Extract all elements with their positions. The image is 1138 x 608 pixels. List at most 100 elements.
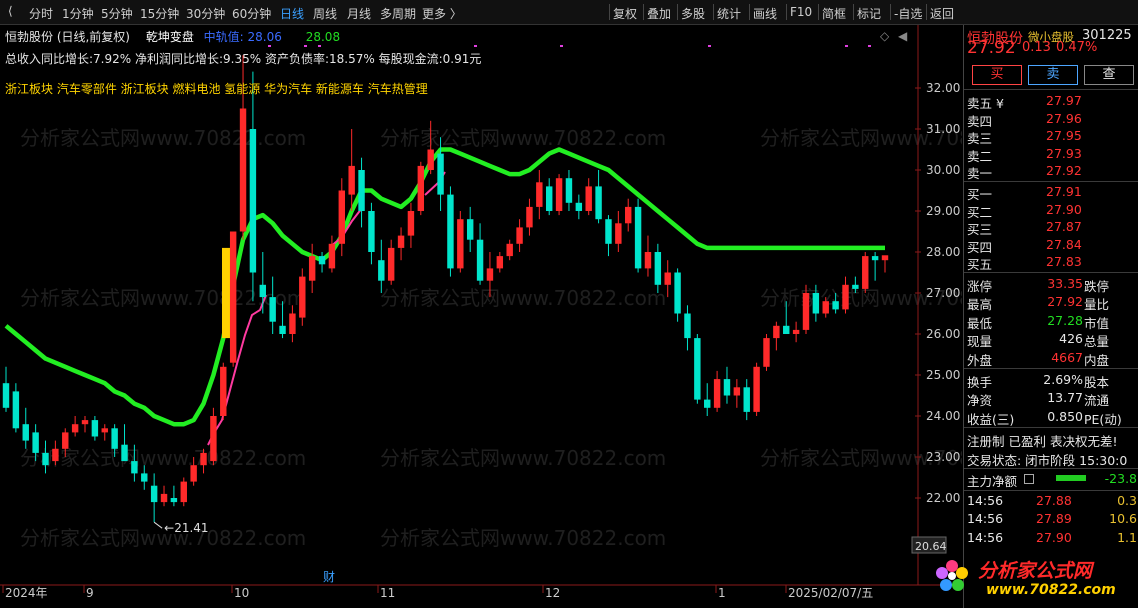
period-tab-4[interactable]: 30分钟: [186, 5, 225, 22]
period-tab-9[interactable]: 多周期: [380, 5, 416, 22]
back-arrow-icon[interactable]: ⟨: [8, 4, 13, 18]
indicator-value: 28.08: [305, 30, 341, 44]
candle-body: [496, 256, 504, 269]
signal-dot: [304, 45, 307, 47]
change-percent: 0.47%: [1056, 40, 1098, 55]
watermark-text: 分析家公式网www.70822.com: [380, 526, 666, 550]
candle-body: [852, 284, 859, 289]
bid-price: 27.90: [1046, 201, 1082, 217]
candle-body: [625, 206, 632, 224]
tool-button-8[interactable]: -自选: [894, 5, 922, 22]
period-tab-6[interactable]: 日线: [280, 5, 304, 22]
tool-button-7[interactable]: 标记: [857, 5, 881, 22]
tool-button-2[interactable]: 多股: [681, 5, 705, 22]
date-tick-label: 2025/02/07/五: [788, 586, 873, 600]
candle-body: [713, 379, 721, 408]
candle-body: [723, 379, 731, 396]
tool-button-5[interactable]: F10: [790, 5, 812, 19]
candle-body: [802, 293, 810, 330]
stat-row: 外盘 4667 内盘: [964, 349, 1138, 368]
date-tick-label: 9: [86, 586, 94, 600]
candle-body: [871, 256, 879, 261]
tool-button-3[interactable]: 统计: [717, 5, 741, 22]
notice-line: 注册制 已盈利 表决权无差!: [964, 430, 1138, 449]
tick-volume: 1.1: [1117, 529, 1137, 545]
tick-time: 14:56: [967, 529, 1004, 545]
candle-body: [842, 284, 849, 310]
kline-chart[interactable]: 分析家公式网www.70822.com 分析家公式网www.70822.com 分析…: [0, 25, 962, 608]
stat-key-2: 跌停: [1084, 279, 1110, 294]
concepts-line: 浙江板块 汽车零部件 浙江板块 燃料电池 氢能源 华为汽车 新能源车 汽车热管理: [5, 82, 428, 96]
candle-body: [239, 108, 247, 232]
candle-body: [634, 206, 642, 269]
change-value: 0.13: [1022, 40, 1051, 55]
chart-header: 恒勃股份 (日线,前复权) 乾坤变盘 中轨值: 28.06 28.08: [5, 28, 340, 45]
ask-row[interactable]: 卖三 27.95: [964, 127, 1138, 146]
ask-row[interactable]: 卖二 27.93: [964, 145, 1138, 164]
toolbar-separator: [890, 4, 891, 20]
stat-key: 现量: [967, 334, 993, 350]
candle-body: [575, 202, 583, 211]
tool-button-4[interactable]: 画线: [753, 5, 777, 22]
tick-volume: 10.6: [1109, 511, 1137, 527]
candle-body: [338, 190, 346, 244]
watermark-text: 分析家公式网www.70822.com: [20, 126, 306, 150]
bid-row[interactable]: 买五 27.83: [964, 253, 1138, 272]
ask-row[interactable]: 卖一 27.92: [964, 162, 1138, 181]
fundamentals-line: 总收入同比增长:7.92% 净利润同比增长:9.35% 资产负债率:18.57%…: [5, 52, 482, 66]
bid-row[interactable]: 买一 27.91: [964, 183, 1138, 202]
candle-body: [249, 129, 257, 273]
period-tab-7[interactable]: 周线: [313, 5, 337, 22]
period-tab-2[interactable]: 5分钟: [101, 5, 133, 22]
candle-body: [476, 239, 484, 281]
ask-price: 27.97: [1046, 93, 1082, 108]
bid-row[interactable]: 买四 27.84: [964, 236, 1138, 255]
ask-row[interactable]: 卖五 ¥27.97: [964, 92, 1138, 111]
indicator-label: 中轨值: 28.06: [203, 30, 282, 44]
period-tab-10[interactable]: 更多 〉: [422, 5, 462, 22]
divider: [964, 181, 1138, 182]
candle-body: [397, 235, 405, 248]
tool-button-1[interactable]: 叠加: [647, 5, 671, 22]
candle-body: [437, 153, 444, 195]
stat-key-2: 流通: [1084, 393, 1110, 409]
divider: [964, 89, 1138, 90]
period-tab-8[interactable]: 月线: [347, 5, 371, 22]
tool-button-9[interactable]: 返回: [930, 5, 954, 22]
candle-body: [52, 448, 59, 462]
ask-row[interactable]: 卖四 27.96: [964, 110, 1138, 129]
trade-status: 交易状态: 闭市阶段 15:30:0: [967, 452, 1128, 468]
sell-button[interactable]: 卖: [1028, 65, 1078, 85]
period-tab-1[interactable]: 1分钟: [62, 5, 94, 22]
price-tick-label: 24.00: [926, 409, 960, 423]
bid-price: 27.87: [1046, 219, 1082, 235]
price-tick-label: 27.00: [926, 286, 960, 300]
signal-dot: [318, 45, 321, 47]
divider: [964, 427, 1138, 429]
bid-row[interactable]: 买三 27.87: [964, 218, 1138, 237]
period-tab-0[interactable]: 分时: [29, 5, 53, 22]
stat-key: 外盘: [967, 352, 993, 368]
candle-body: [150, 485, 158, 503]
stat-row: 最高 27.92 量比: [964, 293, 1138, 312]
bid-price: 27.84: [1046, 236, 1082, 252]
period-tab-3[interactable]: 15分钟: [140, 5, 179, 22]
candle-body: [654, 252, 662, 285]
bid-row[interactable]: 买二 27.90: [964, 201, 1138, 220]
stat-row: 换手 2.69% 股本: [964, 371, 1138, 390]
signal-dot: [845, 45, 848, 47]
tick-row: 14:56 27.89 10.6: [964, 510, 1138, 528]
tick-price: 27.90: [1036, 529, 1072, 545]
tool-button-0[interactable]: 复权: [613, 5, 637, 22]
query-button[interactable]: 查: [1084, 65, 1134, 85]
candle-body: [506, 243, 513, 257]
candle-body: [32, 432, 39, 453]
signal-dot: [560, 45, 563, 47]
signal-dot: [268, 45, 271, 47]
buy-button[interactable]: 买: [972, 65, 1022, 85]
tool-button-6[interactable]: 简框: [822, 5, 846, 22]
candle-body: [71, 424, 79, 433]
toolbar-separator: [643, 4, 644, 20]
period-tab-5[interactable]: 60分钟: [232, 5, 271, 22]
divider: [964, 272, 1138, 273]
